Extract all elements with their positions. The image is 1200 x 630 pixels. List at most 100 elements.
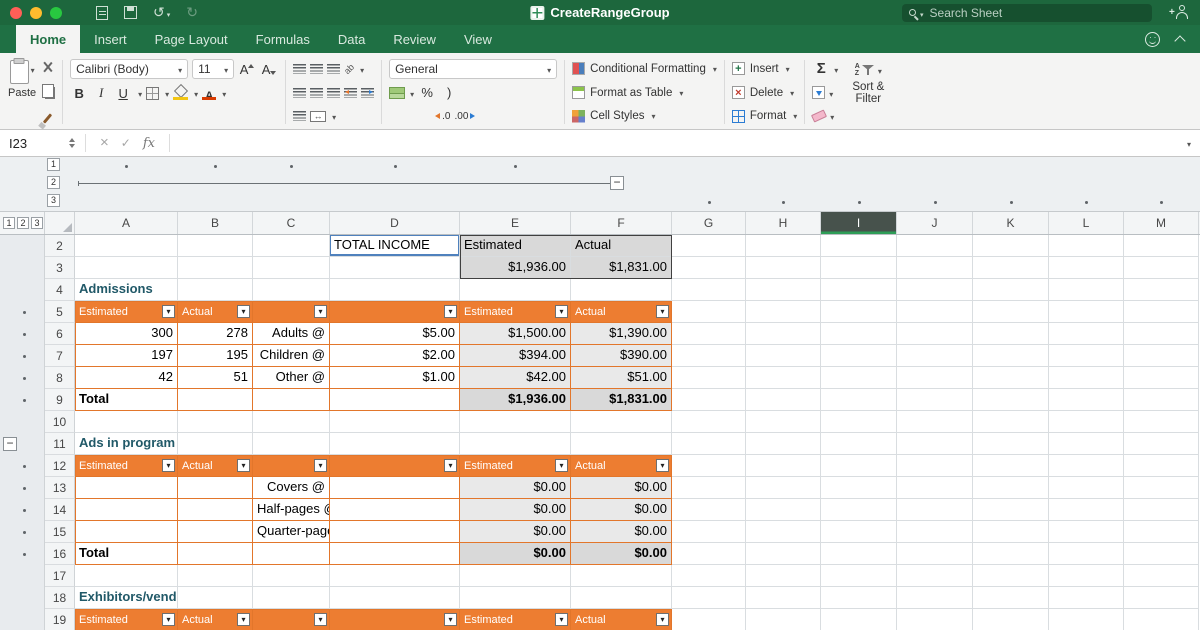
decrease-font-size-button[interactable]: A [260, 59, 278, 79]
cell-M14[interactable] [1124, 499, 1199, 521]
stepper-up-icon[interactable] [69, 138, 75, 142]
cell-L17[interactable] [1049, 565, 1124, 587]
filter-button-C19[interactable] [314, 613, 327, 626]
cell-E12[interactable]: Estimated [460, 455, 571, 477]
autosum-button[interactable]: Σ [812, 58, 838, 80]
cell-J4[interactable] [897, 279, 973, 301]
feedback-smiley-icon[interactable] [1145, 32, 1160, 47]
row-header-18[interactable]: 18 [45, 587, 75, 609]
cell-D17[interactable] [330, 565, 460, 587]
cell-H15[interactable] [746, 521, 821, 543]
cell-E4[interactable] [460, 279, 571, 301]
cell-G9[interactable] [672, 389, 746, 411]
cell-J9[interactable] [897, 389, 973, 411]
cell-A16[interactable]: Total [75, 543, 178, 565]
cell-H10[interactable] [746, 411, 821, 433]
cell-K2[interactable] [973, 235, 1049, 257]
cell-H19[interactable] [746, 609, 821, 630]
filter-button-C5[interactable] [314, 305, 327, 318]
filter-button-B12[interactable] [237, 459, 250, 472]
format-as-table-button[interactable]: Format as Table [572, 82, 717, 104]
cell-B3[interactable] [178, 257, 253, 279]
select-all-corner[interactable] [45, 212, 75, 234]
column-header-G[interactable]: G [672, 212, 746, 234]
row-header-4[interactable]: 4 [45, 279, 75, 301]
cell-I8[interactable] [821, 367, 897, 389]
cell-M2[interactable] [1124, 235, 1199, 257]
name-box[interactable]: I23 [0, 130, 64, 156]
cell-D16[interactable] [330, 543, 460, 565]
cell-E14[interactable]: $0.00 [460, 499, 571, 521]
cell-L8[interactable] [1049, 367, 1124, 389]
column-header-I[interactable]: I [821, 212, 897, 234]
cell-M11[interactable] [1124, 433, 1199, 455]
cell-M15[interactable] [1124, 521, 1199, 543]
cell-H18[interactable] [746, 587, 821, 609]
tab-review[interactable]: Review [379, 25, 450, 53]
cell-M16[interactable] [1124, 543, 1199, 565]
cell-K10[interactable] [973, 411, 1049, 433]
font-color-caret-icon[interactable] [220, 84, 226, 102]
text-orientation-icon[interactable] [342, 62, 356, 76]
cell-B18[interactable] [178, 587, 253, 609]
cell-B7[interactable]: 195 [178, 345, 253, 367]
cell-D18[interactable] [330, 587, 460, 609]
cell-I2[interactable] [821, 235, 897, 257]
cell-I17[interactable] [821, 565, 897, 587]
paste-dropdown-caret-icon[interactable] [29, 60, 35, 78]
number-format-select[interactable]: General [389, 59, 557, 79]
cell-G8[interactable] [672, 367, 746, 389]
cell-I6[interactable] [821, 323, 897, 345]
cell-I18[interactable] [821, 587, 897, 609]
cell-M7[interactable] [1124, 345, 1199, 367]
fill-color-caret-icon[interactable] [192, 84, 198, 102]
cell-C5[interactable] [253, 301, 330, 323]
save-icon[interactable] [124, 6, 137, 19]
cell-D8[interactable]: $1.00 [330, 367, 460, 389]
cell-E17[interactable] [460, 565, 571, 587]
cell-L4[interactable] [1049, 279, 1124, 301]
cell-I12[interactable] [821, 455, 897, 477]
cell-A4[interactable]: Admissions [75, 279, 178, 301]
cell-K6[interactable] [973, 323, 1049, 345]
column-header-M[interactable]: M [1124, 212, 1199, 234]
cell-M8[interactable] [1124, 367, 1199, 389]
cell-D3[interactable] [330, 257, 460, 279]
cell-F5[interactable]: Actual [571, 301, 672, 323]
cell-A12[interactable]: Estimated [75, 455, 178, 477]
cell-L2[interactable] [1049, 235, 1124, 257]
format-painter-icon[interactable] [43, 113, 52, 123]
filter-button-F5[interactable] [656, 305, 669, 318]
increase-font-size-button[interactable]: A [238, 59, 256, 79]
cell-L9[interactable] [1049, 389, 1124, 411]
column-header-J[interactable]: J [897, 212, 973, 234]
row-outline-level-2[interactable]: 2 [17, 217, 29, 229]
column-header-E[interactable]: E [460, 212, 571, 234]
cell-F2[interactable]: Actual [571, 235, 672, 257]
italic-button[interactable]: I [92, 83, 110, 103]
merge-caret-icon[interactable] [330, 107, 336, 125]
filter-button-D19[interactable] [444, 613, 457, 626]
row-header-19[interactable]: 19 [45, 609, 75, 630]
stepper-down-icon[interactable] [69, 144, 75, 148]
row-outline-level-3[interactable]: 3 [31, 217, 43, 229]
cell-H7[interactable] [746, 345, 821, 367]
column-outline-level-3[interactable]: 3 [47, 194, 60, 207]
cell-J2[interactable] [897, 235, 973, 257]
filter-button-C12[interactable] [314, 459, 327, 472]
cell-K8[interactable] [973, 367, 1049, 389]
cell-I11[interactable] [821, 433, 897, 455]
cell-E2[interactable]: Estimated [460, 235, 571, 257]
cell-F7[interactable]: $390.00 [571, 345, 672, 367]
filter-button-D12[interactable] [444, 459, 457, 472]
row-outline-level-1[interactable]: 1 [3, 217, 15, 229]
undo-icon[interactable] [153, 4, 170, 22]
cell-G3[interactable] [672, 257, 746, 279]
cell-D2[interactable]: TOTAL INCOME [330, 235, 460, 257]
cell-D19[interactable] [330, 609, 460, 630]
cell-F6[interactable]: $1,390.00 [571, 323, 672, 345]
row-header-5[interactable]: 5 [45, 301, 75, 323]
cell-A18[interactable]: Exhibitors/vendors [75, 587, 178, 609]
cell-C13[interactable]: Covers @ [253, 477, 330, 499]
filter-button-A5[interactable] [162, 305, 175, 318]
